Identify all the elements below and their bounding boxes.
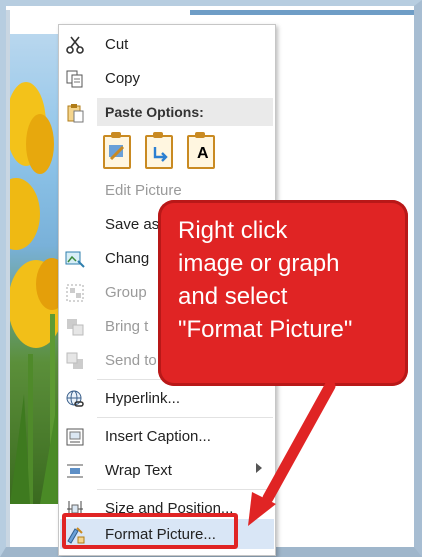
format-picture-highlight-box (62, 513, 238, 549)
callout-arrow (248, 380, 336, 526)
